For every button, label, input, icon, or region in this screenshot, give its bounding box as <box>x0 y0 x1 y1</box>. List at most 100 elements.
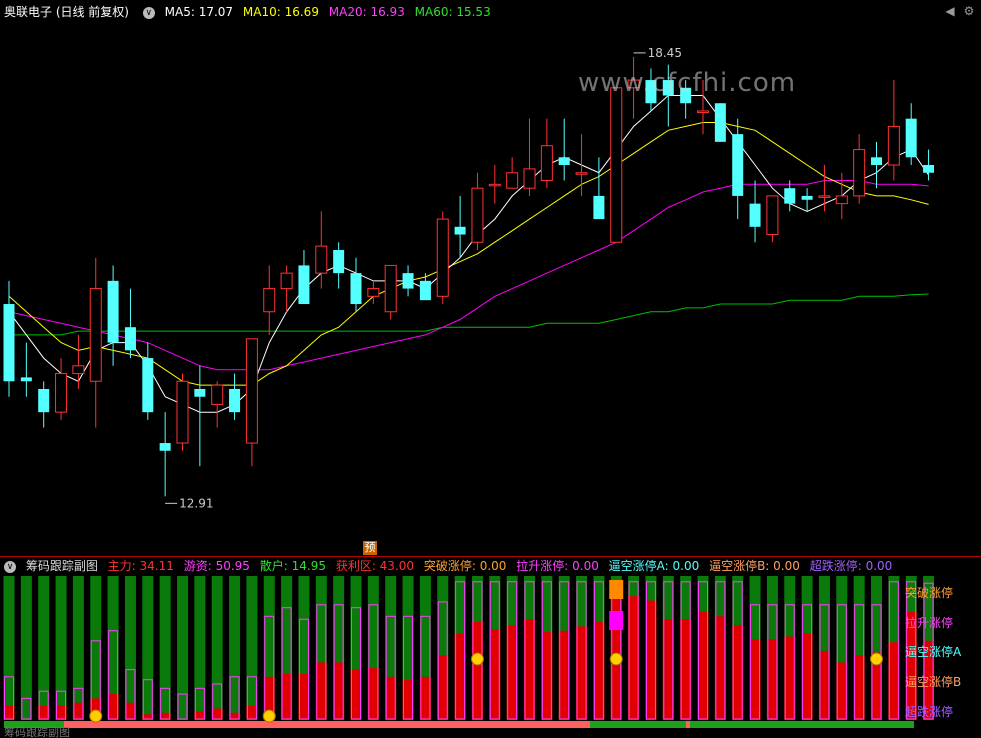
candle-body-down <box>159 443 171 451</box>
candle-body-down <box>20 377 32 382</box>
indicator-bar-bg <box>72 576 84 720</box>
candle-body-down <box>350 273 362 305</box>
candle-body-down <box>38 388 50 413</box>
candle-body-up <box>176 380 189 444</box>
candle-body-up <box>697 110 709 113</box>
indicator-bar-main <box>419 676 431 720</box>
candlestick-chart: 18.45 12.91 <box>3 46 935 728</box>
indicator-bar-main <box>853 655 865 720</box>
indicator-bar-main <box>749 639 761 720</box>
indicator-bar-main <box>628 596 640 720</box>
candle-body-down <box>732 134 744 196</box>
high-price-label: 18.45 <box>648 46 682 60</box>
candle-body-up <box>245 338 258 444</box>
short-b-value: 逼空涨停B: 0.00 <box>709 559 800 573</box>
candle-body-up <box>835 195 848 205</box>
indicator-bar-main <box>645 600 657 720</box>
candle-body-down <box>905 118 917 158</box>
candle-body-down <box>298 265 310 305</box>
smile-icon <box>609 652 623 666</box>
indicator-bar-bg <box>55 576 67 720</box>
candle-body-up <box>211 384 224 405</box>
money-bag-icon <box>262 709 276 723</box>
indicator-bar-main <box>836 662 848 720</box>
breakout-value: 突破涨停: 0.00 <box>423 559 507 573</box>
indicator-header: ∨ 筹码跟踪副图 主力: 34.11 游资: 50.95 散户: 14.95 获… <box>4 556 898 576</box>
indicator-bar-main <box>558 630 570 720</box>
ma10-line <box>8 122 929 386</box>
indicator-bar-main <box>766 639 778 720</box>
candle-body-up <box>72 365 85 375</box>
watermark: www.cfcfhi.com <box>578 68 797 98</box>
indicator-bar-main <box>454 633 466 720</box>
candle-body-down <box>229 388 241 413</box>
ma60-line <box>9 293 929 336</box>
legend-short-b: 逼空涨停B <box>905 675 962 689</box>
legend-pullup: 拉升涨停 <box>905 616 954 630</box>
indicator-bar-main <box>732 624 744 720</box>
indicator-bar-main <box>402 679 414 720</box>
indicator-bar-main <box>281 673 293 720</box>
indicator-bar-main <box>72 702 84 720</box>
candle-body-up <box>55 373 68 413</box>
candle-body-up <box>89 288 102 382</box>
indicator-bar-main <box>315 662 327 720</box>
candle-body-up <box>436 218 449 297</box>
candle-body-up <box>853 149 866 197</box>
candle-body-down <box>402 273 414 289</box>
indicator-bar-main <box>385 676 397 720</box>
footer-label: 筹码跟踪副图 <box>4 726 70 738</box>
smile-icon <box>470 652 484 666</box>
candle-body-down <box>871 157 882 166</box>
legend-short-a: 逼空涨停A <box>905 645 962 659</box>
indicator-bar-bg <box>124 576 136 720</box>
candle-body-up <box>280 272 293 290</box>
indicator-bar-main <box>888 642 900 720</box>
candle-body-down <box>454 226 466 235</box>
candle-body-up <box>315 245 328 274</box>
oversold-value: 超跌涨停: 0.00 <box>809 559 893 573</box>
legend-breakout: 突破涨停 <box>905 586 954 600</box>
indicator-bar-main <box>541 632 553 720</box>
indicator-bar-bg <box>3 576 15 720</box>
main-force-value: 主力: 34.11 <box>107 559 174 573</box>
indicator-bar-bg <box>142 576 154 720</box>
indicator-bar-bg <box>159 576 171 720</box>
indicator-bar-main <box>576 626 588 720</box>
candle-body-up <box>523 168 536 189</box>
indicator-bar-main <box>38 705 50 720</box>
indicator-bar-main <box>784 636 796 720</box>
candle-body-down <box>923 165 935 173</box>
indicator-bar-main <box>350 669 362 720</box>
pullup-marker <box>609 611 624 630</box>
status-strip-seg <box>590 721 686 728</box>
collapse-icon[interactable]: ∨ <box>4 560 16 573</box>
candle-body-down <box>124 327 136 351</box>
candle-body-up <box>766 195 779 236</box>
candle-body-up <box>575 172 588 175</box>
candle-body-up <box>610 87 623 243</box>
short-a-value: 逼空涨停A: 0.00 <box>608 559 700 573</box>
candle-body-down <box>333 249 345 274</box>
indicator-bar-main <box>593 622 605 720</box>
pullup-value: 拉升涨停: 0.00 <box>516 559 599 573</box>
indicator-bar-bg <box>211 576 223 720</box>
candle-body-up <box>488 183 501 187</box>
candle-body-down <box>142 358 154 413</box>
indicator-bar-main <box>697 612 709 720</box>
candle-body-down <box>784 188 796 204</box>
indicator-bar-main <box>367 668 379 720</box>
candle-body-down <box>801 195 813 200</box>
pre-marker: 预 <box>363 541 377 555</box>
indicator-bar-main <box>246 705 258 720</box>
ma20-line <box>8 180 929 371</box>
indicator-bar-main <box>524 619 535 720</box>
candle-body-down <box>558 157 570 166</box>
indicator-bar-main <box>662 619 674 720</box>
indicator-bar-bg <box>229 576 241 720</box>
candle-body-up <box>540 145 553 181</box>
indicator-bar-bg <box>246 576 258 720</box>
indicator-bar-bg <box>177 576 188 720</box>
candle-body-down <box>3 304 15 382</box>
money-bag-icon <box>89 709 103 723</box>
